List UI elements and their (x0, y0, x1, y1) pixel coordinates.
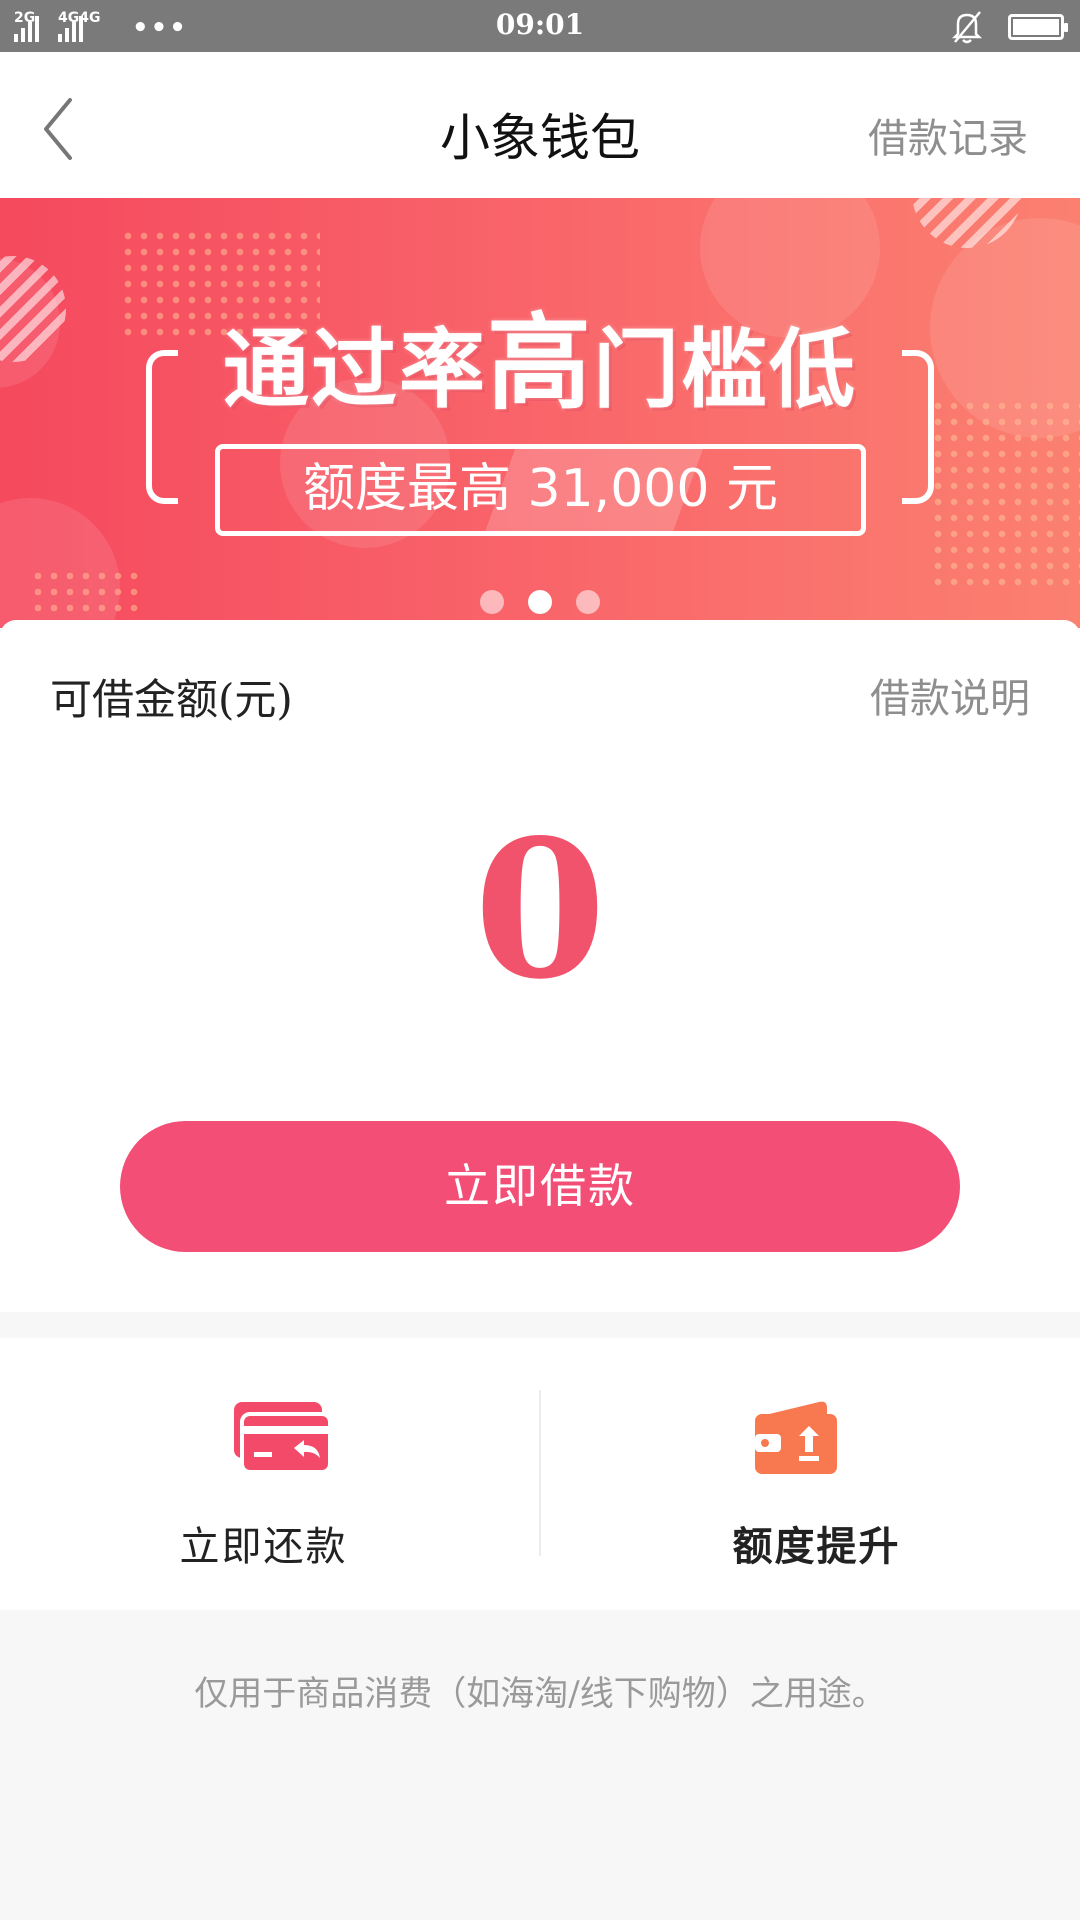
promo-banner[interactable]: 通过率高门槛低 额度最高 31,000 元 (0, 198, 1080, 628)
banner-limit-box: 额度最高 31,000 元 (215, 444, 866, 536)
battery-icon (1008, 14, 1068, 40)
repay-now-label: 立即还款 (179, 1524, 348, 1570)
pager-dot[interactable] (480, 590, 504, 614)
status-bar-right (952, 10, 1068, 44)
notification-muted-icon (952, 11, 982, 44)
repay-now-button[interactable]: 立即还款 (0, 1338, 539, 1610)
loan-records-link[interactable]: 借款记录 (868, 106, 1028, 164)
pager-dot-active[interactable] (528, 590, 552, 614)
borrow-card: 可借金额(元) 借款说明 0 立即借款 (0, 620, 1080, 1312)
available-amount-value: 0 (473, 798, 607, 1021)
quick-actions: 立即还款 额度提升 (0, 1338, 1080, 1610)
usage-note: 仅用于商品消费（如海淘/线下购物）之用途。 (194, 1674, 886, 1714)
banner-headline: 通过率高门槛低 (222, 302, 857, 424)
pager-dot[interactable] (576, 590, 600, 614)
available-amount-label: 可借金额(元) (50, 675, 293, 724)
limit-upgrade-label: 额度提升 (732, 1523, 901, 1570)
app-header: 小象钱包 借款记录 (0, 52, 1080, 198)
loan-instructions-link[interactable]: 借款说明 (870, 666, 1030, 724)
limit-upgrade-button[interactable]: 额度提升 (541, 1338, 1080, 1610)
card-repay-icon (234, 1402, 332, 1474)
wallet-upgrade-icon (755, 1401, 837, 1474)
status-time: 09:01 (495, 8, 585, 41)
status-bar: 2G 4G4G ••• 09:01 (0, 0, 1080, 52)
banner-pager (0, 590, 1080, 614)
borrow-now-button[interactable]: 立即借款 (120, 1121, 960, 1252)
